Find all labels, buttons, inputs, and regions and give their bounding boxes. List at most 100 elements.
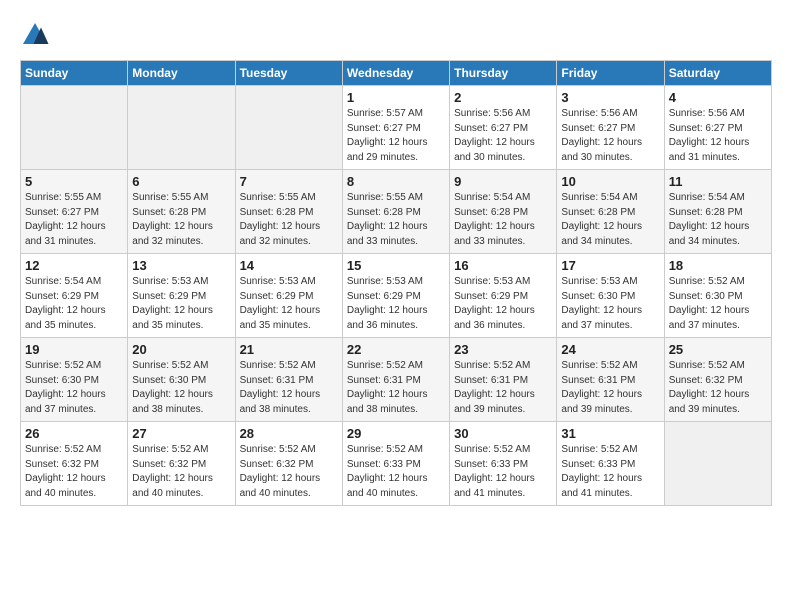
calendar-cell: 27 Sunrise: 5:52 AM Sunset: 6:32 PM Dayli…: [128, 422, 235, 506]
calendar-cell: 24 Sunrise: 5:52 AM Sunset: 6:31 PM Dayli…: [557, 338, 664, 422]
day-info: Sunrise: 5:53 AM Sunset: 6:29 PM Dayligh…: [240, 275, 338, 333]
calendar-week-4: 19 Sunrise: 5:52 AM Sunset: 6:30 PM Dayli…: [21, 338, 772, 422]
day-info: Sunrise: 5:52 AM Sunset: 6:31 PM Dayligh…: [561, 359, 659, 417]
calendar-cell: 13 Sunrise: 5:53 AM Sunset: 6:29 PM Dayli…: [128, 254, 235, 338]
weekday-header-sunday: Sunday: [21, 61, 128, 86]
calendar-cell: 20Sunrise: 5:52 AM Sunset: 6:30 PM Dayli…: [128, 338, 235, 422]
calendar-cell: [664, 422, 771, 506]
weekday-header-thursday: Thursday: [450, 61, 557, 86]
calendar-cell: 18 Sunrise: 5:52 AM Sunset: 6:30 PM Dayli…: [664, 254, 771, 338]
day-number: 13: [132, 258, 230, 273]
calendar-header-row: SundayMondayTuesdayWednesdayThursdayFrid…: [21, 61, 772, 86]
calendar-cell: 23 Sunrise: 5:52 AM Sunset: 6:31 PM Dayli…: [450, 338, 557, 422]
day-info: Sunrise: 5:54 AM Sunset: 6:29 PM Dayligh…: [25, 275, 123, 333]
day-number: 31: [561, 426, 659, 441]
day-number: 9: [454, 174, 552, 189]
day-number: 7: [240, 174, 338, 189]
calendar-week-5: 26Sunrise: 5:52 AM Sunset: 6:32 PM Dayli…: [21, 422, 772, 506]
calendar-week-1: 1Sunrise: 5:57 AM Sunset: 6:27 PM Daylig…: [21, 86, 772, 170]
day-info: Sunrise: 5:56 AM Sunset: 6:27 PM Dayligh…: [561, 107, 659, 165]
calendar-cell: 10 Sunrise: 5:54 AM Sunset: 6:28 PM Dayli…: [557, 170, 664, 254]
calendar-cell: 6Sunrise: 5:55 AM Sunset: 6:28 PM Daylig…: [128, 170, 235, 254]
calendar-cell: [235, 86, 342, 170]
day-info: Sunrise: 5:52 AM Sunset: 6:32 PM Dayligh…: [25, 443, 123, 501]
day-number: 29: [347, 426, 445, 441]
day-number: 22: [347, 342, 445, 357]
day-number: 19: [25, 342, 123, 357]
calendar-cell: 29 Sunrise: 5:52 AM Sunset: 6:33 PM Dayli…: [342, 422, 449, 506]
day-info: Sunrise: 5:52 AM Sunset: 6:33 PM Dayligh…: [561, 443, 659, 501]
day-info: Sunrise: 5:53 AM Sunset: 6:30 PM Dayligh…: [561, 275, 659, 333]
day-info: Sunrise: 5:52 AM Sunset: 6:33 PM Dayligh…: [347, 443, 445, 501]
calendar-cell: 19 Sunrise: 5:52 AM Sunset: 6:30 PM Dayli…: [21, 338, 128, 422]
day-number: 23: [454, 342, 552, 357]
weekday-header-friday: Friday: [557, 61, 664, 86]
weekday-header-monday: Monday: [128, 61, 235, 86]
day-number: 15: [347, 258, 445, 273]
day-info: Sunrise: 5:54 AM Sunset: 6:28 PM Dayligh…: [561, 191, 659, 249]
day-info: Sunrise: 5:52 AM Sunset: 6:32 PM Dayligh…: [669, 359, 767, 417]
calendar-cell: 5 Sunrise: 5:55 AM Sunset: 6:27 PM Daylig…: [21, 170, 128, 254]
day-info: Sunrise: 5:54 AM Sunset: 6:28 PM Dayligh…: [454, 191, 552, 249]
calendar-cell: 25 Sunrise: 5:52 AM Sunset: 6:32 PM Dayli…: [664, 338, 771, 422]
calendar-cell: 28 Sunrise: 5:52 AM Sunset: 6:32 PM Dayli…: [235, 422, 342, 506]
calendar-cell: 3Sunrise: 5:56 AM Sunset: 6:27 PM Daylig…: [557, 86, 664, 170]
calendar-cell: 7 Sunrise: 5:55 AM Sunset: 6:28 PM Daylig…: [235, 170, 342, 254]
day-number: 27: [132, 426, 230, 441]
day-number: 24: [561, 342, 659, 357]
day-number: 21: [240, 342, 338, 357]
day-number: 17: [561, 258, 659, 273]
logo: [20, 20, 54, 50]
day-number: 28: [240, 426, 338, 441]
day-number: 18: [669, 258, 767, 273]
calendar-cell: 14 Sunrise: 5:53 AM Sunset: 6:29 PM Dayli…: [235, 254, 342, 338]
day-number: 1: [347, 90, 445, 105]
calendar-cell: 1Sunrise: 5:57 AM Sunset: 6:27 PM Daylig…: [342, 86, 449, 170]
day-number: 2: [454, 90, 552, 105]
logo-icon: [20, 20, 50, 50]
day-info: Sunrise: 5:52 AM Sunset: 6:31 PM Dayligh…: [347, 359, 445, 417]
day-info: Sunrise: 5:53 AM Sunset: 6:29 PM Dayligh…: [347, 275, 445, 333]
weekday-header-saturday: Saturday: [664, 61, 771, 86]
day-info: Sunrise: 5:55 AM Sunset: 6:28 PM Dayligh…: [240, 191, 338, 249]
weekday-header-wednesday: Wednesday: [342, 61, 449, 86]
day-number: 5: [25, 174, 123, 189]
calendar-week-2: 5 Sunrise: 5:55 AM Sunset: 6:27 PM Daylig…: [21, 170, 772, 254]
page-header: [20, 20, 772, 50]
day-number: 4: [669, 90, 767, 105]
day-info: Sunrise: 5:56 AM Sunset: 6:27 PM Dayligh…: [454, 107, 552, 165]
calendar-cell: 9 Sunrise: 5:54 AM Sunset: 6:28 PM Daylig…: [450, 170, 557, 254]
day-info: Sunrise: 5:53 AM Sunset: 6:29 PM Dayligh…: [132, 275, 230, 333]
day-info: Sunrise: 5:52 AM Sunset: 6:32 PM Dayligh…: [132, 443, 230, 501]
calendar-cell: 30 Sunrise: 5:52 AM Sunset: 6:33 PM Dayli…: [450, 422, 557, 506]
day-number: 10: [561, 174, 659, 189]
calendar-cell: 11 Sunrise: 5:54 AM Sunset: 6:28 PM Dayli…: [664, 170, 771, 254]
day-info: Sunrise: 5:55 AM Sunset: 6:27 PM Dayligh…: [25, 191, 123, 249]
day-number: 12: [25, 258, 123, 273]
calendar-cell: [21, 86, 128, 170]
calendar-cell: [128, 86, 235, 170]
day-info: Sunrise: 5:52 AM Sunset: 6:30 PM Dayligh…: [669, 275, 767, 333]
day-info: Sunrise: 5:55 AM Sunset: 6:28 PM Dayligh…: [347, 191, 445, 249]
day-number: 14: [240, 258, 338, 273]
calendar-cell: 31 Sunrise: 5:52 AM Sunset: 6:33 PM Dayli…: [557, 422, 664, 506]
day-number: 16: [454, 258, 552, 273]
day-info: Sunrise: 5:52 AM Sunset: 6:32 PM Dayligh…: [240, 443, 338, 501]
day-info: Sunrise: 5:54 AM Sunset: 6:28 PM Dayligh…: [669, 191, 767, 249]
calendar-cell: 8 Sunrise: 5:55 AM Sunset: 6:28 PM Daylig…: [342, 170, 449, 254]
day-number: 11: [669, 174, 767, 189]
day-info: Sunrise: 5:52 AM Sunset: 6:30 PM Dayligh…: [132, 359, 230, 417]
calendar-cell: 21 Sunrise: 5:52 AM Sunset: 6:31 PM Dayli…: [235, 338, 342, 422]
day-number: 8: [347, 174, 445, 189]
calendar-cell: 12 Sunrise: 5:54 AM Sunset: 6:29 PM Dayli…: [21, 254, 128, 338]
calendar-cell: 17 Sunrise: 5:53 AM Sunset: 6:30 PM Dayli…: [557, 254, 664, 338]
day-number: 30: [454, 426, 552, 441]
calendar-table: SundayMondayTuesdayWednesdayThursdayFrid…: [20, 60, 772, 506]
day-info: Sunrise: 5:52 AM Sunset: 6:31 PM Dayligh…: [240, 359, 338, 417]
calendar-cell: 2 Sunrise: 5:56 AM Sunset: 6:27 PM Daylig…: [450, 86, 557, 170]
day-info: Sunrise: 5:53 AM Sunset: 6:29 PM Dayligh…: [454, 275, 552, 333]
day-info: Sunrise: 5:52 AM Sunset: 6:33 PM Dayligh…: [454, 443, 552, 501]
day-info: Sunrise: 5:52 AM Sunset: 6:30 PM Dayligh…: [25, 359, 123, 417]
day-info: Sunrise: 5:52 AM Sunset: 6:31 PM Dayligh…: [454, 359, 552, 417]
day-number: 25: [669, 342, 767, 357]
